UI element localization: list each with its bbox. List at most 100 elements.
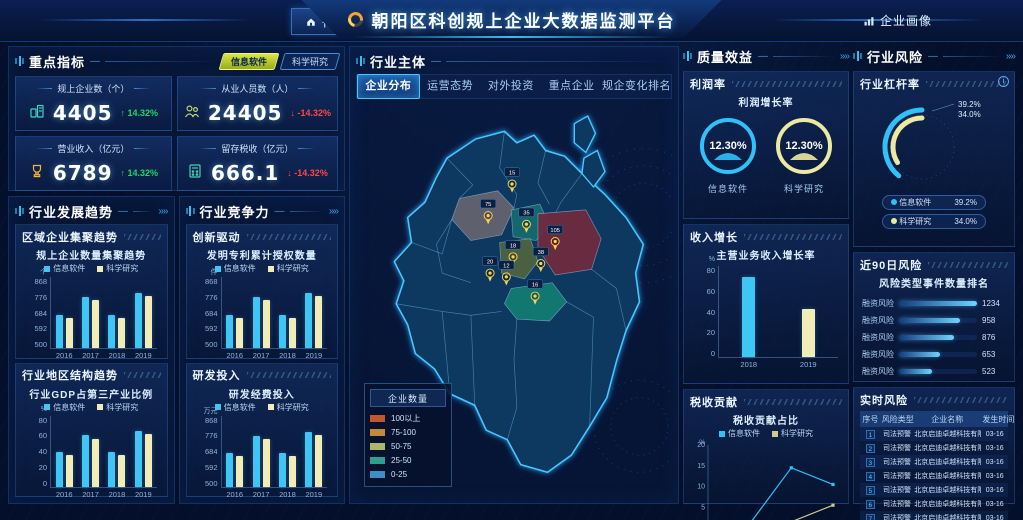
bar [108,315,115,348]
bar [66,318,73,348]
chart-plot: 2016201720182019 [221,416,328,488]
risk-bar-row[interactable]: 融资风险653 [860,346,1008,363]
cell-company: 北京启迪卓越科技有限公司 [913,469,981,483]
title-dash: — [275,206,285,217]
cell-risk-type: 司法预警 [881,497,914,511]
table-row[interactable]: 1司法预警北京启迪卓越科技有限公司03-16 [860,427,1008,441]
x-tick: 2019 [305,351,322,360]
y-tick: 868 [34,277,47,286]
map-legend-item: 50-75 [370,439,446,453]
x-tick: 2018 [109,490,126,499]
row-number-badge: 6 [866,500,875,509]
expand-arrows-icon[interactable]: »» [1006,51,1015,62]
chart-plot: 20182019 [718,266,838,358]
bar [802,309,815,357]
y-tick: 776 [205,431,218,440]
table-row[interactable]: 2司法预警北京启迪卓越科技有限公司03-16 [860,441,1008,455]
revenue-growth-chart: 主营业务收入增长率%80604020020182019 [690,244,842,371]
expand-arrows-icon[interactable]: »» [840,51,849,62]
risk-title: 行业风险 [867,47,923,66]
expand-arrows-icon[interactable]: »» [158,206,167,217]
y-tick: 80 [39,416,47,425]
slash-deco [928,262,1008,268]
table-row[interactable]: 6司法预警北京启迪卓越科技有限公司03-16 [860,497,1008,511]
risk-bar-value: 653 [982,350,1008,359]
realtime-risk-table: 序号风险类型企业名称发生时间 1司法预警北京启迪卓越科技有限公司03-162司法… [860,411,1008,520]
section-marker-icon [186,206,195,216]
tax-contribution-chart: 税收贡献占比信息软件科学研究05101520%2016201720182019 [690,409,842,499]
tab-对外投资[interactable]: 对外投资 [481,75,542,98]
leverage-legend-item[interactable]: 信息软件39.2% [882,195,986,210]
tab-运营态势[interactable]: 运营态势 [420,75,481,98]
industry-main-header: 行业主体 — [356,51,672,71]
section-marker-icon [15,206,24,216]
kpi-card[interactable]: 规上企业数（个）4405↑ 14.32% [15,76,172,131]
cell-no: 3 [860,455,881,469]
kpi-filter-科学研究[interactable]: 科学研究 [280,53,341,70]
tax-contribution-card: 税收贡献 税收贡献占比信息软件科学研究05101520%201620172018… [683,389,849,504]
trophy-icon [29,163,45,184]
table-row[interactable]: 5司法预警北京启迪卓越科技有限公司03-16 [860,483,1008,497]
table-row[interactable]: 7司法预警北京启迪卓越科技有限公司03-16 [860,511,1008,520]
row-number-badge: 1 [866,430,875,439]
platform-logo-icon [345,9,366,30]
map-legend: 企业数量 100以上75-10050-7525-500-25 [364,383,452,487]
risk-bar-track [899,318,977,323]
risk-type-label: 融资风险 [860,366,894,377]
kpi-card[interactable]: 留存税收（亿元）666.1↓ -14.32% [177,136,338,191]
legend-item: 信息软件 [719,428,760,439]
bar [289,456,296,486]
profit-growth-chart-title: 利润增长率 [690,94,842,109]
kpi-filter-信息软件[interactable]: 信息软件 [219,53,280,70]
risk-bar-row[interactable]: 融资风险958 [860,312,1008,329]
bar [135,431,142,487]
cell-company: 北京启迪卓越科技有限公司 [913,511,981,520]
industry-trend-title: 行业发展趋势 [29,202,113,221]
slash-deco [124,234,161,240]
info-icon[interactable]: i [998,76,1009,87]
kpi-card[interactable]: 从业人员数（人）24405↓ -14.32% [177,76,338,131]
bar [279,453,286,486]
nav-enterprise-portrait[interactable]: 企业画像 [850,8,945,33]
risk-bar-row[interactable]: 融资风险523 [860,363,1008,380]
table-row[interactable]: 3司法预警北京启迪卓越科技有限公司03-16 [860,455,1008,469]
x-tick: 2017 [253,490,270,499]
svg-text:16: 16 [532,283,538,289]
kpi-delta: ↑ 14.32% [121,108,159,118]
realtime-risk-card: 实时风险 序号风险类型企业名称发生时间 1司法预警北京启迪卓越科技有限公司03-… [853,387,1015,504]
table-header-企业名称: 企业名称 [913,411,981,427]
tab-重点企业[interactable]: 重点企业 [541,75,602,98]
bar [742,277,755,358]
y-tick: 60 [39,431,47,440]
revenue-growth-card: 收入增长 主营业务收入增长率%80604020020182019 [683,224,849,384]
kpi-card[interactable]: 营业收入（亿元）6789↑ 14.32% [15,136,172,191]
y-tick: 40 [707,308,715,317]
legend-swatch [97,404,103,410]
y-tick: 500 [205,479,218,488]
risk-bar-row[interactable]: 融资风险876 [860,329,1008,346]
svg-text:35: 35 [523,211,529,217]
y-tick: 776 [205,293,218,302]
tab-企业分布[interactable]: 企业分布 [357,74,420,99]
expand-arrows-icon[interactable]: »» [329,206,338,217]
x-tick: 2016 [56,490,73,499]
gauge-value: 12.30% [773,115,835,177]
profit-gauges: 12.30%信息软件12.30%科学研究 [690,115,842,195]
map-legend-item: 0-25 [370,467,446,481]
bar-group: 2019 [305,277,322,348]
kpi-filter-group: 信息软件科学研究 [221,53,338,70]
risk-bar-track [899,369,977,374]
chart-title: 规上企业数量集聚趋势 [22,247,161,262]
kpi-value: 666.1 [211,161,279,185]
tab-规企变化排名[interactable]: 规企变化排名 [602,75,671,98]
rnd-card-title: 研发投入 [193,367,241,383]
table-row[interactable]: 4司法预警北京启迪卓越科技有限公司03-16 [860,469,1008,483]
legend-item: 科学研究 [97,402,138,413]
bar-group: 2018 [108,277,125,348]
leverage-legend-item[interactable]: 科学研究34.0% [882,214,986,229]
innovation-card: 创新驱动 发明专利累计授权数量信息软件科学研究件8687766845925002… [186,224,339,359]
cell-company: 北京启迪卓越科技有限公司 [913,455,981,469]
legend-item: 科学研究 [97,263,138,274]
risk-bar-row[interactable]: 融资风险1234 [860,295,1008,312]
cell-no: 7 [860,511,881,520]
